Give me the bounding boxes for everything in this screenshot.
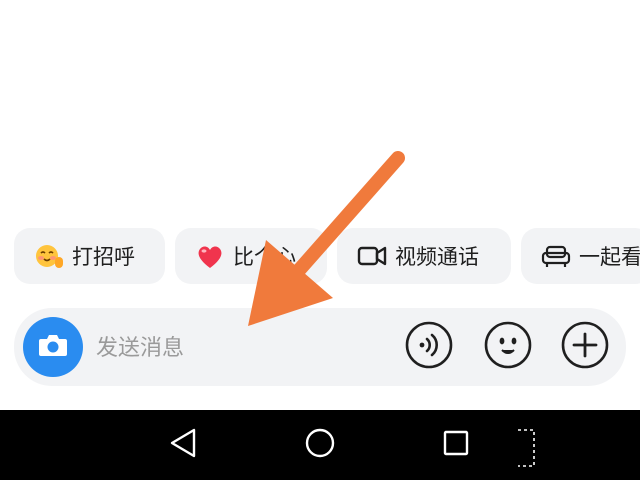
quick-action-chips: 打招呼 比个心 视频通话 一起看 [14, 228, 640, 284]
camera-button[interactable] [23, 317, 83, 377]
chat-screen: 打招呼 比个心 视频通话 一起看 发送消息 [0, 0, 640, 480]
emoji-face-icon [484, 321, 532, 373]
chip-label: 比个心 [233, 245, 296, 269]
home-button[interactable] [302, 427, 338, 463]
chip-label: 打招呼 [72, 245, 135, 269]
voice-wave-icon [405, 321, 453, 373]
chip-watch-together[interactable]: 一起看 [521, 228, 640, 284]
chip-say-hello[interactable]: 打招呼 [14, 228, 165, 284]
plus-icon [561, 321, 609, 373]
chip-finger-heart[interactable]: 比个心 [175, 228, 327, 284]
navbar-edge-mark [518, 429, 535, 467]
recent-apps-button[interactable] [438, 427, 474, 463]
emoji-button[interactable] [484, 321, 532, 373]
recent-square-icon [439, 426, 473, 464]
video-camera-icon [357, 241, 387, 271]
chip-label: 视频通话 [395, 245, 479, 269]
message-input[interactable] [96, 328, 376, 368]
chip-video-call[interactable]: 视频通话 [337, 228, 511, 284]
voice-button[interactable] [405, 321, 453, 373]
system-navigation-bar [0, 410, 640, 480]
message-input-bar [14, 308, 626, 386]
chip-label: 一起看 [579, 245, 640, 269]
sofa-icon [541, 241, 571, 271]
smiling-face-waving-icon [34, 241, 64, 271]
back-button[interactable] [165, 427, 201, 463]
heart-icon [195, 241, 225, 271]
home-circle-icon [303, 426, 337, 464]
more-plus-button[interactable] [561, 321, 609, 373]
camera-icon [38, 332, 68, 362]
back-triangle-icon [166, 426, 200, 464]
